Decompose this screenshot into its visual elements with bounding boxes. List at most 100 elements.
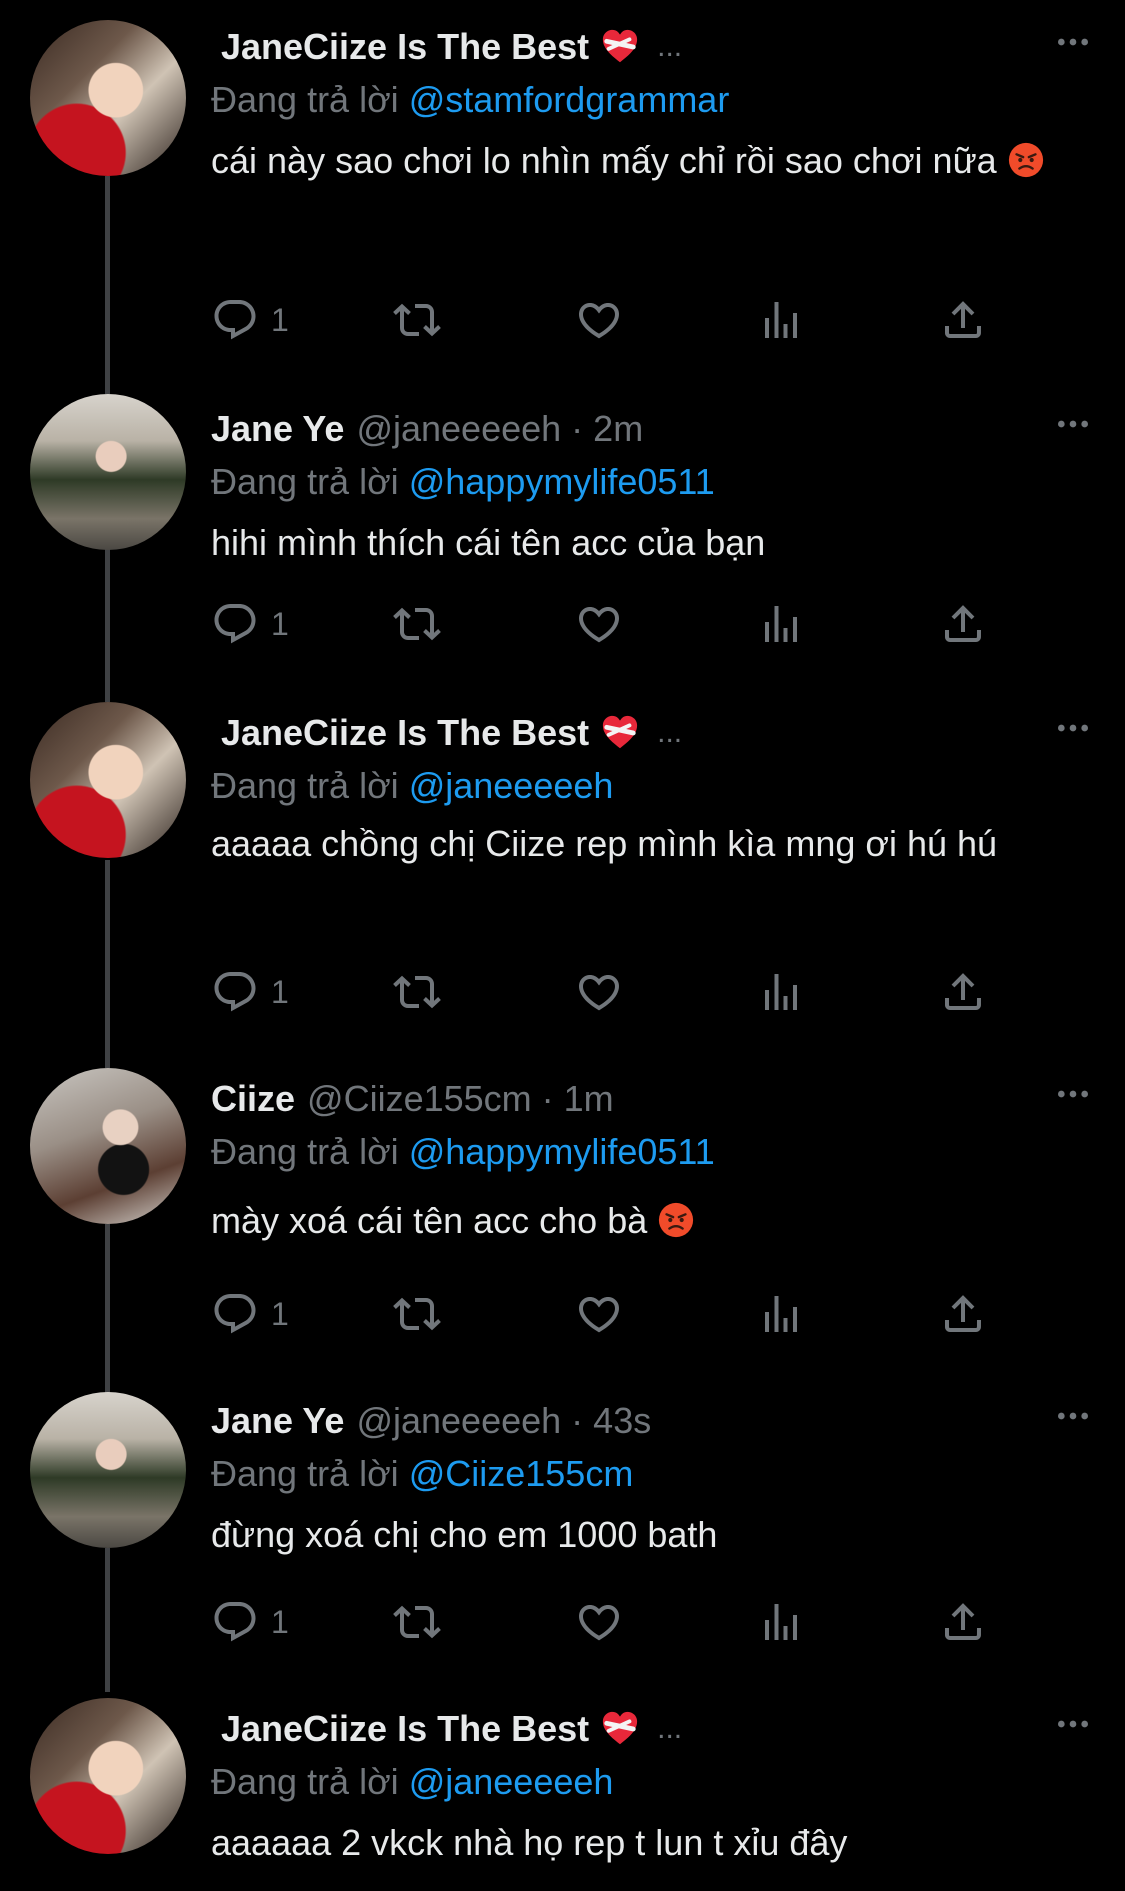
more-dots-icon xyxy=(1053,404,1093,444)
tweet[interactable]: JaneCiize Is The Best ... Đang trả lời @… xyxy=(0,1692,1125,1891)
heart-icon xyxy=(575,600,623,648)
mending-heart-icon xyxy=(601,1710,639,1748)
display-name[interactable]: JaneCiize Is The Best xyxy=(221,1702,589,1756)
retweet-button[interactable] xyxy=(393,594,441,654)
separator-dot: · xyxy=(541,1078,554,1119)
retweet-icon xyxy=(393,1290,441,1338)
tweet-text: hihi mình thích cái tên acc của bạn xyxy=(211,522,766,563)
avatar[interactable] xyxy=(30,1068,186,1224)
display-name[interactable]: JaneCiize Is The Best xyxy=(221,706,589,760)
views-button[interactable] xyxy=(757,1284,805,1344)
views-button[interactable] xyxy=(757,1592,805,1652)
tweet[interactable]: Ciize @Ciize155cm · 1m Đang trả lời @hap… xyxy=(0,1068,1125,1394)
timestamp[interactable]: 43s xyxy=(593,1394,651,1448)
reply-button[interactable]: 1 xyxy=(211,1284,289,1344)
share-button[interactable] xyxy=(939,962,987,1022)
more-options-button[interactable] xyxy=(1051,402,1095,446)
avatar[interactable] xyxy=(30,702,186,858)
replying-to: Đang trả lời @janeeeeeh xyxy=(211,1761,614,1802)
heart-icon xyxy=(575,1598,623,1646)
retweet-button[interactable] xyxy=(393,962,441,1022)
mending-heart-icon xyxy=(601,714,639,752)
share-button[interactable] xyxy=(939,290,987,350)
mention-link[interactable]: @Ciize155cm xyxy=(409,1453,634,1494)
avatar[interactable] xyxy=(30,1392,186,1548)
retweet-icon xyxy=(393,1598,441,1646)
tweet[interactable]: JaneCiize Is The Best ... Đang trả lời @… xyxy=(0,700,1125,1068)
more-options-button[interactable] xyxy=(1051,706,1095,750)
share-button[interactable] xyxy=(939,594,987,654)
avatar[interactable] xyxy=(30,1698,186,1854)
reply-icon xyxy=(211,296,259,344)
more-dots-icon xyxy=(1053,22,1093,62)
replying-to: Đang trả lời @janeeeeeh xyxy=(211,765,614,806)
reply-button[interactable]: 1 xyxy=(211,1592,289,1652)
separator-dot: · xyxy=(571,408,584,449)
views-button[interactable] xyxy=(757,594,805,654)
views-icon xyxy=(757,600,805,648)
more-options-button[interactable] xyxy=(1051,1702,1095,1746)
retweet-icon xyxy=(393,968,441,1016)
action-bar: 1 xyxy=(211,594,1011,654)
views-button[interactable] xyxy=(757,962,805,1022)
mention-link[interactable]: @happymylife0511 xyxy=(409,461,715,502)
user-handle[interactable]: @janeeeeeh xyxy=(356,402,561,456)
mention-link[interactable]: @happymylife0511 xyxy=(409,1131,715,1172)
share-button[interactable] xyxy=(939,1592,987,1652)
reply-button[interactable]: 1 xyxy=(211,962,289,1022)
action-bar: 1 xyxy=(211,1592,1011,1652)
user-handle[interactable]: @janeeeeeh xyxy=(356,1394,561,1448)
more-dots-icon xyxy=(1053,1396,1093,1436)
heart-icon xyxy=(575,296,623,344)
share-button[interactable] xyxy=(939,1284,987,1344)
heart-icon xyxy=(575,968,623,1016)
tweet-text: aaaaa chồng chị Ciize rep mình kìa mng ơ… xyxy=(211,823,998,864)
retweet-button[interactable] xyxy=(393,1592,441,1652)
like-button[interactable] xyxy=(575,1284,623,1344)
share-icon xyxy=(939,1290,987,1338)
like-button[interactable] xyxy=(575,962,623,1022)
reply-button[interactable]: 1 xyxy=(211,594,289,654)
retweet-icon xyxy=(393,296,441,344)
display-name[interactable]: Jane Ye xyxy=(211,1394,344,1448)
mention-link[interactable]: @janeeeeeh xyxy=(409,1761,614,1802)
like-button[interactable] xyxy=(575,594,623,654)
tweet[interactable]: Jane Ye @janeeeeeh · 43s Đang trả lời @C… xyxy=(0,1392,1125,1692)
separator-dot: · xyxy=(571,1400,584,1441)
views-button[interactable] xyxy=(757,290,805,350)
timestamp[interactable]: 1m xyxy=(564,1072,614,1126)
retweet-button[interactable] xyxy=(393,290,441,350)
display-name[interactable]: JaneCiize Is The Best xyxy=(221,20,589,74)
avatar[interactable] xyxy=(30,20,186,176)
user-handle[interactable]: @Ciize155cm xyxy=(307,1072,532,1126)
like-button[interactable] xyxy=(575,290,623,350)
angry-face-icon xyxy=(657,1201,695,1239)
timestamp[interactable]: 2m xyxy=(593,402,643,456)
reply-count: 1 xyxy=(271,973,289,1010)
more-options-button[interactable] xyxy=(1051,1394,1095,1438)
retweet-icon xyxy=(393,600,441,648)
reply-count: 1 xyxy=(271,605,289,642)
like-button[interactable] xyxy=(575,1592,623,1652)
reply-icon xyxy=(211,1290,259,1338)
display-name[interactable]: Ciize xyxy=(211,1072,295,1126)
more-options-button[interactable] xyxy=(1051,20,1095,64)
mention-link[interactable]: @stamfordgrammar xyxy=(409,79,730,120)
more-options-button[interactable] xyxy=(1051,1072,1095,1116)
retweet-button[interactable] xyxy=(393,1284,441,1344)
reply-button[interactable]: 1 xyxy=(211,290,289,350)
tweet-text: aaaaaa 2 vkck nhà họ rep t lun t xỉu đây xyxy=(211,1822,848,1863)
action-bar: 1 xyxy=(211,290,1011,350)
mention-link[interactable]: @janeeeeeh xyxy=(409,765,614,806)
reply-icon xyxy=(211,1598,259,1646)
tweet[interactable]: JaneCiize Is The Best ... Đang trả lời @… xyxy=(0,0,1125,390)
tweet[interactable]: Jane Ye @janeeeeeh · 2m Đang trả lời @ha… xyxy=(0,390,1125,700)
tweet-text: cái này sao chơi lo nhìn mấy chỉ rồi sao… xyxy=(211,134,1095,188)
replying-to: Đang trả lời @happymylife0511 xyxy=(211,1131,715,1172)
avatar[interactable] xyxy=(30,394,186,550)
angry-face-icon xyxy=(1007,141,1045,179)
display-name[interactable]: Jane Ye xyxy=(211,402,344,456)
reply-icon xyxy=(211,600,259,648)
reply-icon xyxy=(211,968,259,1016)
mending-heart-icon xyxy=(601,28,639,66)
